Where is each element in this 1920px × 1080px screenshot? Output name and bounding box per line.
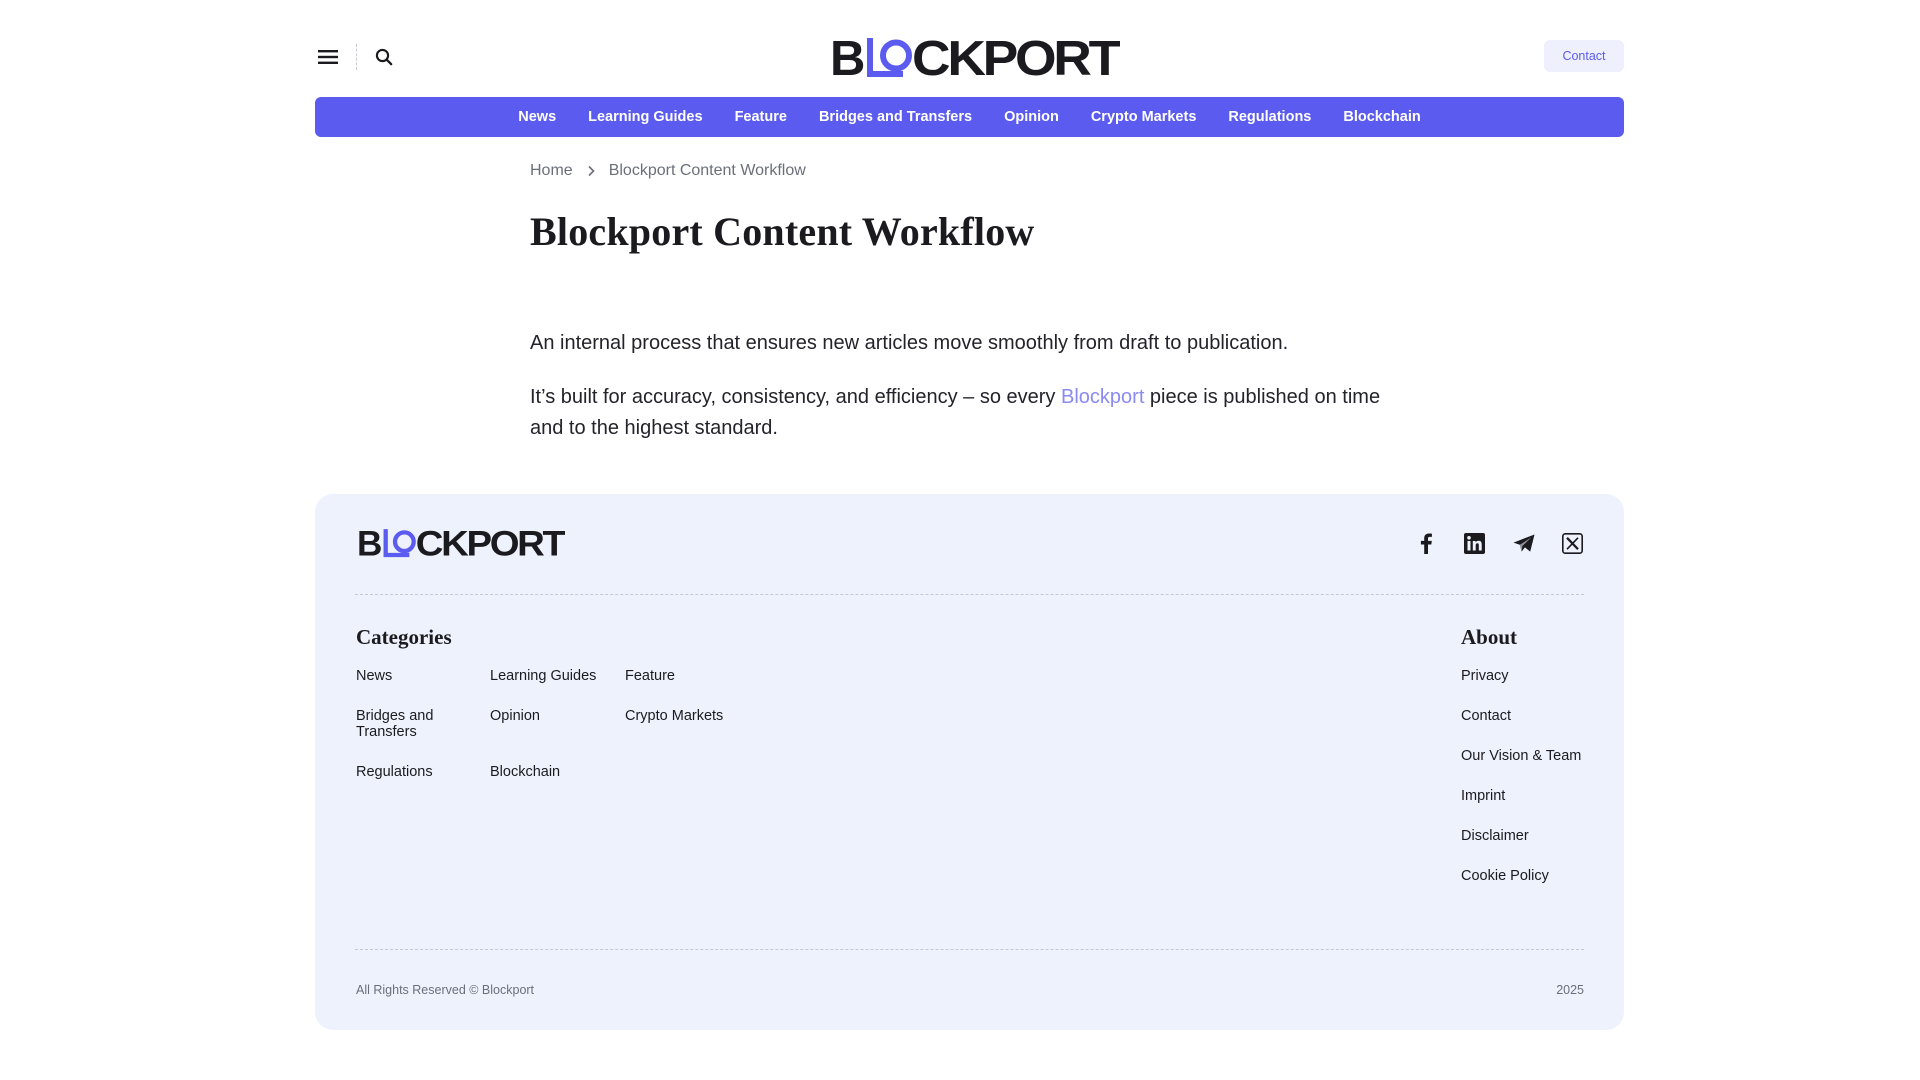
search-icon [375, 48, 393, 66]
footer-category-regulations[interactable]: Regulations [356, 764, 433, 780]
about-heading: About [1461, 625, 1518, 649]
logo-lo-mark [383, 529, 416, 558]
footer-category-opinion[interactable]: Opinion [490, 708, 540, 724]
facebook-link[interactable] [1414, 532, 1437, 555]
footer-link-contact[interactable]: Contact [1461, 708, 1511, 724]
linkedin-link[interactable] [1463, 532, 1486, 555]
site-footer: B CKPORT Categories News Learning Guides… [315, 494, 1624, 1030]
search-button[interactable] [371, 44, 397, 70]
article-paragraph: It’s built for accuracy, consistency, an… [530, 382, 1410, 444]
site-header: B CKPORT Contact [315, 30, 1624, 82]
footer-link-imprint[interactable]: Imprint [1461, 788, 1505, 804]
header-divider [356, 44, 357, 70]
footer-link-our-vision-team[interactable]: Our Vision & Team [1461, 748, 1581, 764]
telegram-icon [1513, 534, 1534, 552]
telegram-link[interactable] [1512, 532, 1535, 555]
svg-text:B: B [357, 526, 381, 561]
nav-item-crypto-markets[interactable]: Crypto Markets [1091, 109, 1197, 125]
footer-category-news[interactable]: News [356, 668, 392, 684]
footer-category-learning-guides[interactable]: Learning Guides [490, 668, 596, 684]
hamburger-menu-icon [318, 50, 338, 64]
contact-button[interactable]: Contact [1544, 40, 1624, 72]
page-title: Blockport Content Workflow [530, 209, 1035, 254]
nav-item-blockchain[interactable]: Blockchain [1343, 109, 1420, 125]
facebook-icon [1420, 533, 1432, 554]
category-navbar: News Learning Guides Feature Bridges and… [315, 97, 1624, 137]
nav-item-learning-guides[interactable]: Learning Guides [588, 109, 702, 125]
x-link[interactable] [1561, 532, 1584, 555]
nav-item-regulations[interactable]: Regulations [1228, 109, 1311, 125]
footer-blockport-logo[interactable]: B CKPORT [357, 526, 565, 561]
nav-item-feature[interactable]: Feature [735, 109, 787, 125]
footer-divider [355, 949, 1584, 950]
article-paragraph: An internal process that ensures new art… [530, 332, 1289, 354]
breadcrumb: Home Blockport Content Workflow [530, 162, 806, 180]
copyright-year: 2025 [1556, 983, 1584, 997]
nav-item-opinion[interactable]: Opinion [1004, 109, 1059, 125]
x-icon [1562, 533, 1583, 554]
paragraph-text: It’s built for accuracy, consistency, an… [530, 386, 1061, 408]
chevron-right-icon [587, 165, 595, 177]
svg-text:CKPORT: CKPORT [912, 34, 1120, 82]
article-body: An internal process that ensures new art… [530, 328, 1410, 467]
breadcrumb-current: Blockport Content Workflow [608, 162, 806, 179]
svg-text:CKPORT: CKPORT [416, 526, 565, 561]
linkedin-icon [1464, 533, 1485, 554]
footer-divider [355, 594, 1584, 595]
footer-link-cookie-policy[interactable]: Cookie Policy [1461, 868, 1549, 884]
svg-text:B: B [830, 34, 864, 82]
logo-lo-mark [867, 38, 912, 77]
categories-heading: Categories [356, 625, 452, 649]
footer-category-crypto-markets[interactable]: Crypto Markets [625, 708, 723, 724]
breadcrumb-home-link[interactable]: Home [530, 162, 573, 180]
footer-category-blockchain[interactable]: Blockchain [490, 764, 560, 780]
footer-link-privacy[interactable]: Privacy [1461, 668, 1509, 684]
footer-link-disclaimer[interactable]: Disclaimer [1461, 828, 1529, 844]
footer-category-feature[interactable]: Feature [625, 668, 675, 684]
nav-item-news[interactable]: News [518, 109, 556, 125]
copyright-text: All Rights Reserved © Blockport [356, 983, 535, 997]
nav-item-bridges-and-transfers[interactable]: Bridges and Transfers [819, 109, 972, 125]
blockport-logo[interactable]: B CKPORT [830, 34, 1120, 82]
menu-button[interactable] [315, 44, 341, 70]
blockport-inline-link[interactable]: Blockport [1061, 386, 1144, 408]
footer-category-bridges-and-transfers[interactable]: Bridges and Transfers [356, 708, 466, 740]
social-links [1414, 532, 1584, 555]
